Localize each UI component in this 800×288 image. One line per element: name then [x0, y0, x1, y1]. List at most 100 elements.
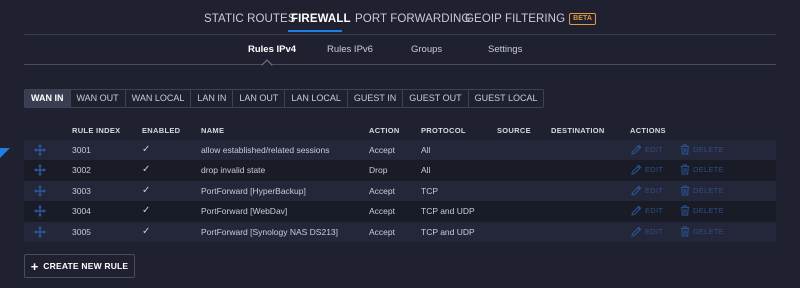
delete-label: DELETE	[693, 206, 724, 216]
enabled-check-icon: ✓	[142, 184, 151, 196]
top-navigation: STATIC ROUTES FIREWALL PORT FORWARDING G…	[0, 0, 800, 34]
enabled-check-icon: ✓	[142, 164, 151, 176]
rule-name: allow established/related sessions	[201, 145, 330, 155]
plus-icon: +	[30, 258, 39, 274]
rule-action: Accept	[369, 226, 395, 237]
divider	[24, 64, 776, 65]
table-row: 3004 ✓ PortForward [WebDav] Accept TCP a…	[24, 201, 776, 222]
pencil-icon	[631, 226, 642, 237]
rule-protocol: All	[421, 145, 431, 155]
rules-table-body: 3001 ✓ allow established/related session…	[24, 140, 776, 242]
edit-label: EDIT	[645, 226, 664, 236]
column-destination[interactable]: DESTINATION	[551, 126, 605, 135]
edit-label: EDIT	[645, 206, 664, 216]
rule-action: Accept	[369, 206, 395, 217]
tab-static-routes[interactable]: STATIC ROUTES	[204, 13, 296, 25]
rule-action: Accept	[369, 145, 395, 155]
drag-handle-icon[interactable]	[34, 184, 46, 197]
rule-action: Drop	[369, 165, 388, 176]
rule-index: 3003	[72, 185, 91, 196]
edit-label: EDIT	[645, 165, 664, 175]
delete-button[interactable]: DELETE	[680, 164, 724, 175]
table-row: 3005 ✓ PortForward [Synology NAS DS213] …	[24, 221, 776, 242]
pencil-icon	[631, 144, 642, 155]
rule-protocol: TCP	[421, 185, 438, 196]
drag-handle-icon[interactable]	[34, 144, 46, 156]
chain-lan-local[interactable]: LAN LOCAL	[285, 90, 348, 107]
rule-protocol: All	[421, 165, 431, 176]
trash-icon	[680, 144, 690, 155]
rule-index: 3005	[72, 226, 91, 237]
tab-geoip-label: GEOIP FILTERING	[465, 13, 566, 25]
delete-label: DELETE	[693, 226, 724, 236]
tab-geoip-filtering[interactable]: GEOIP FILTERING BETA	[465, 13, 597, 25]
create-new-rule-button[interactable]: + CREATE NEW RULE	[24, 254, 135, 278]
subtab-settings[interactable]: Settings	[488, 44, 522, 55]
subtab-rules-ipv6[interactable]: Rules IPv6	[327, 44, 373, 55]
trash-icon	[680, 164, 690, 175]
edit-button[interactable]: EDIT	[631, 144, 663, 155]
rule-protocol: TCP and UDP	[421, 226, 475, 237]
trash-icon	[680, 226, 690, 237]
tab-port-forwarding[interactable]: PORT FORWARDING	[355, 13, 470, 25]
edit-button[interactable]: EDIT	[631, 164, 664, 176]
trash-icon	[680, 185, 690, 196]
create-new-rule-label: CREATE NEW RULE	[43, 261, 129, 271]
subtab-groups[interactable]: Groups	[411, 44, 442, 55]
chain-guest-local[interactable]: GUEST LOCAL	[469, 90, 544, 107]
delete-button[interactable]: DELETE	[680, 144, 724, 155]
column-source[interactable]: SOURCE	[497, 126, 531, 135]
chain-wan-out[interactable]: WAN OUT	[71, 90, 126, 107]
edit-label: EDIT	[645, 185, 664, 195]
delete-button[interactable]: DELETE	[680, 205, 724, 216]
chain-guest-out[interactable]: GUEST OUT	[403, 90, 469, 107]
table-row: 3002 ✓ drop invalid state Drop All EDIT …	[24, 160, 776, 181]
column-action[interactable]: ACTION	[369, 126, 400, 135]
chain-guest-in[interactable]: GUEST IN	[348, 90, 404, 107]
corner-marker	[0, 148, 10, 158]
pencil-icon	[631, 185, 642, 196]
chain-selector: WAN IN WAN OUT WAN LOCAL LAN IN LAN OUT …	[24, 89, 545, 108]
rule-index: 3001	[72, 145, 91, 155]
beta-badge: BETA	[569, 13, 597, 25]
table-header: RULE INDEX ENABLED NAME ACTION PROTOCOL …	[0, 126, 800, 138]
table-row: 3001 ✓ allow established/related session…	[24, 140, 776, 161]
divider	[24, 34, 776, 35]
delete-label: DELETE	[693, 145, 724, 154]
column-name[interactable]: NAME	[201, 126, 224, 135]
drag-handle-icon[interactable]	[34, 225, 46, 238]
chain-lan-out[interactable]: LAN OUT	[233, 90, 286, 107]
delete-label: DELETE	[693, 185, 724, 195]
rule-name: PortForward [WebDav]	[201, 206, 288, 217]
delete-label: DELETE	[693, 165, 724, 175]
chain-lan-in[interactable]: LAN IN	[191, 90, 234, 107]
enabled-check-icon: ✓	[142, 205, 151, 217]
drag-handle-icon[interactable]	[34, 164, 46, 177]
rule-name: PortForward [Synology NAS DS213]	[201, 226, 339, 237]
pencil-icon	[631, 205, 642, 216]
delete-button[interactable]: DELETE	[680, 185, 724, 196]
chain-wan-in[interactable]: WAN IN	[25, 90, 71, 107]
pencil-icon	[631, 165, 642, 176]
edit-button[interactable]: EDIT	[631, 185, 663, 196]
edit-button[interactable]: EDIT	[631, 205, 663, 216]
tab-firewall[interactable]: FIREWALL	[291, 13, 351, 25]
rule-protocol: TCP and UDP	[421, 206, 475, 217]
drag-handle-icon[interactable]	[34, 205, 46, 218]
column-actions: ACTIONS	[630, 126, 666, 135]
rule-name: drop invalid state	[201, 165, 266, 176]
table-row: 3003 ✓ PortForward [HyperBackup] Accept …	[24, 180, 776, 202]
active-tab-indicator	[288, 30, 342, 32]
rule-action: Accept	[369, 185, 395, 196]
column-protocol[interactable]: PROTOCOL	[421, 126, 466, 135]
column-rule-index[interactable]: RULE INDEX	[72, 126, 120, 135]
edit-button[interactable]: EDIT	[631, 226, 663, 237]
rule-index: 3002	[72, 165, 91, 176]
rule-index: 3004	[72, 206, 91, 217]
rule-name: PortForward [HyperBackup]	[201, 185, 306, 196]
subtab-rules-ipv4[interactable]: Rules IPv4	[248, 44, 296, 55]
chain-wan-local[interactable]: WAN LOCAL	[126, 90, 192, 107]
delete-button[interactable]: DELETE	[680, 226, 724, 237]
enabled-check-icon: ✓	[142, 144, 151, 155]
column-enabled[interactable]: ENABLED	[142, 126, 180, 135]
